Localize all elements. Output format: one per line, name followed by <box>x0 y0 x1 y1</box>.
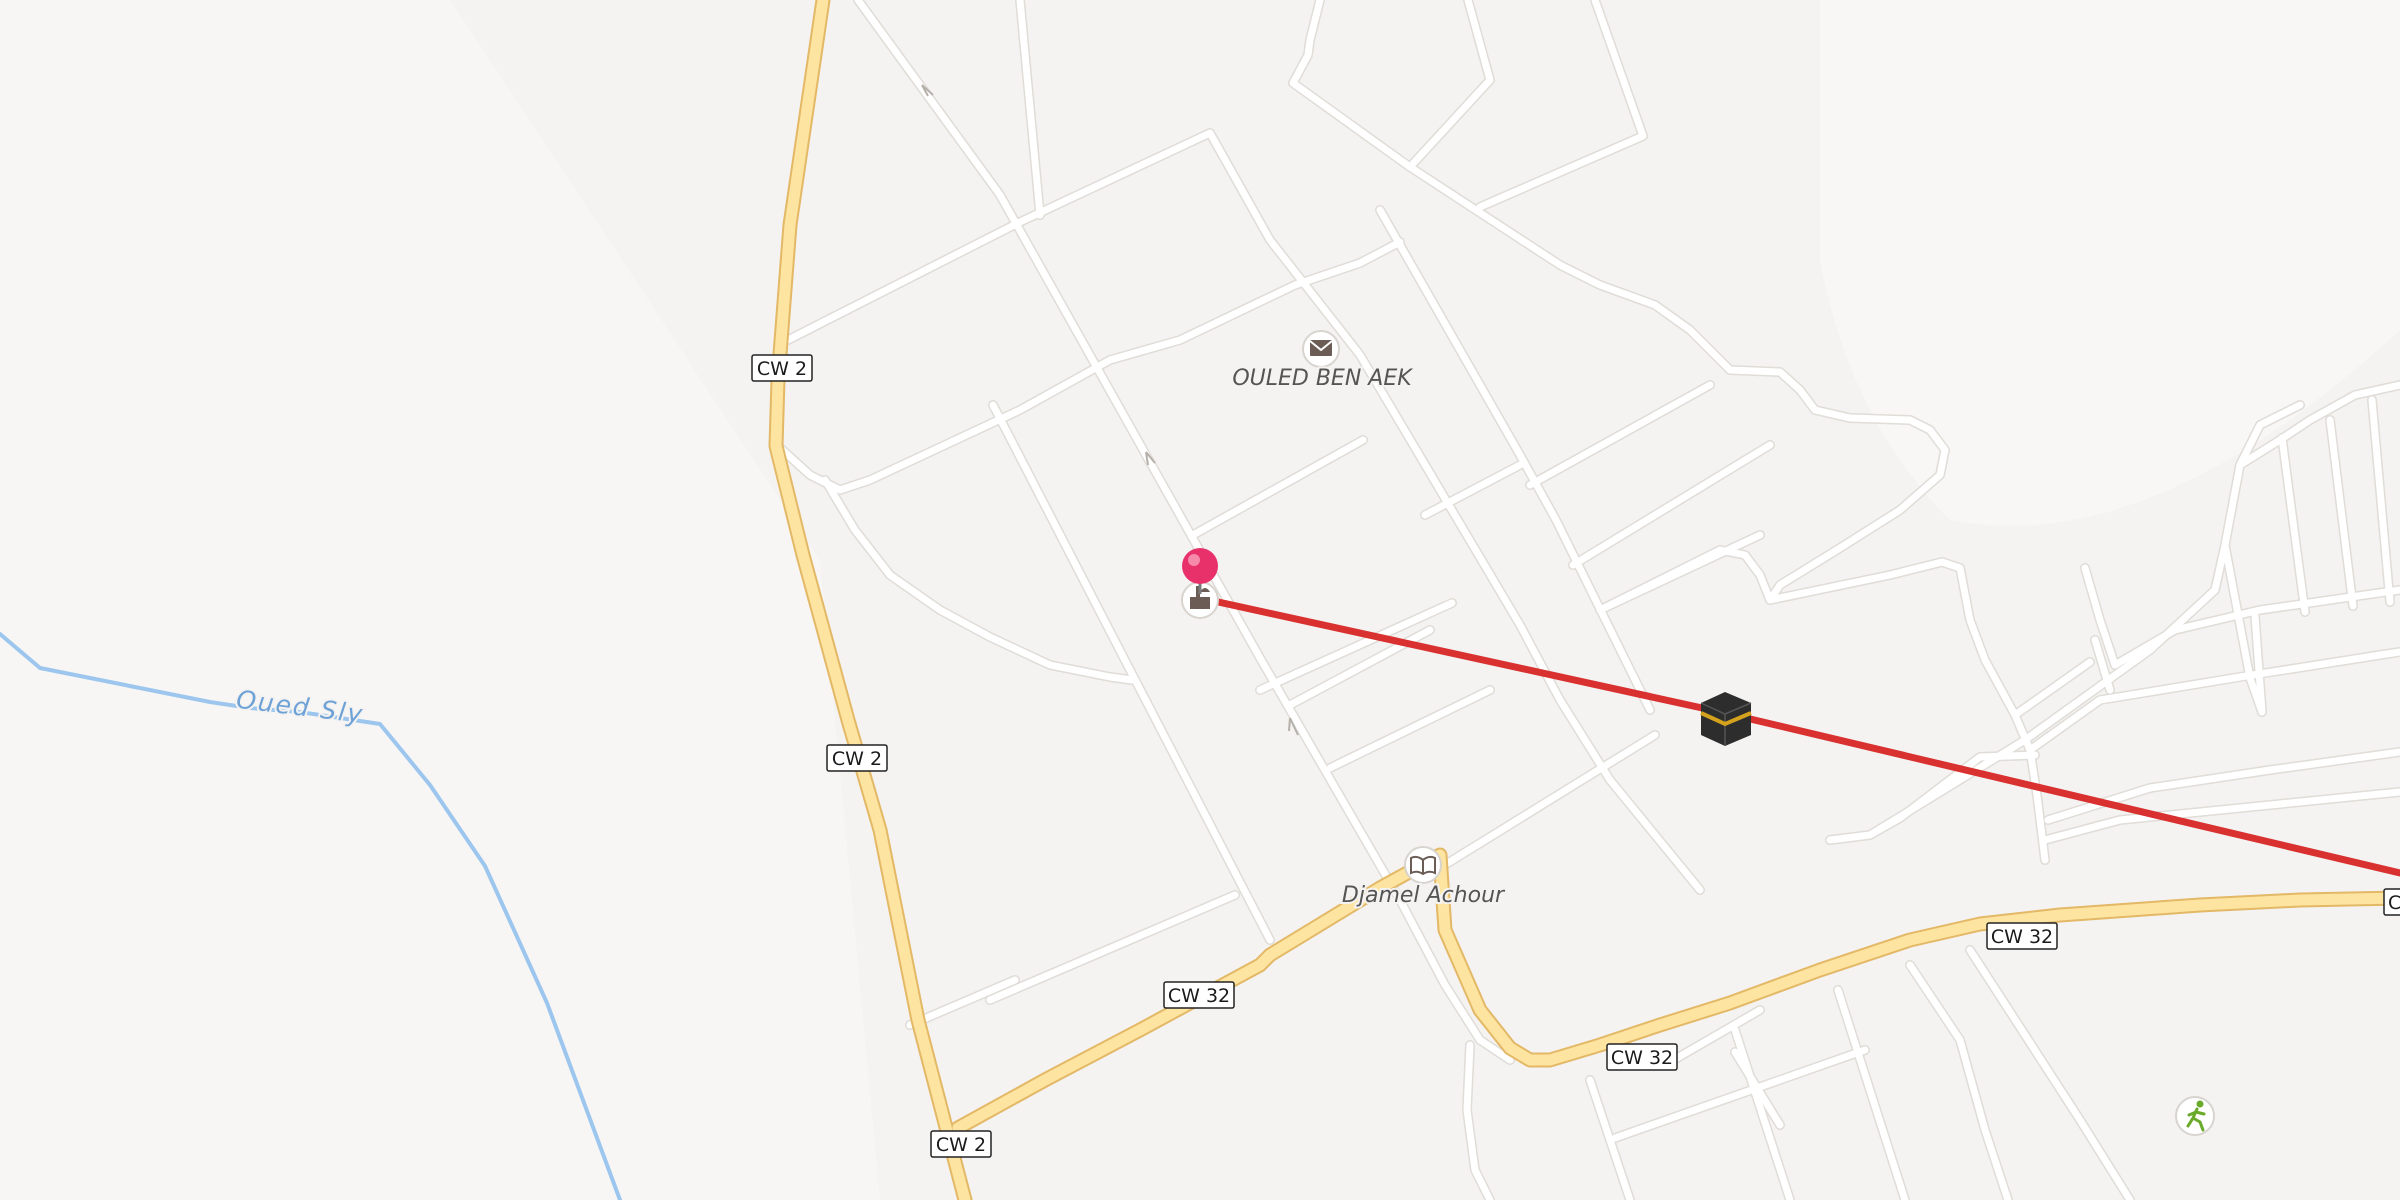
kaaba-marker[interactable] <box>1700 692 1752 746</box>
route-shield-cw2-south: CW 2 <box>930 1130 992 1158</box>
route-shield-cw32-east: CW 32 <box>1986 922 2058 950</box>
svg-text:CW 32: CW 32 <box>1168 985 1230 1007</box>
school-poi[interactable] <box>1404 846 1442 884</box>
route-shield-cw32-center: CW 32 <box>1606 1043 1678 1071</box>
svg-text:CW 32: CW 32 <box>1611 1047 1673 1069</box>
sports-marker[interactable] <box>2175 1096 2215 1136</box>
route-shield-cw2-mid: CW 2 <box>826 744 888 772</box>
svg-text:C: C <box>2388 892 2400 914</box>
post-office-poi[interactable] <box>1302 330 1340 368</box>
route-shield-cw2-north: CW 2 <box>751 354 813 382</box>
map-canvas[interactable]: Oued Sly OULED BEN AEK Djamel Achour CW … <box>0 0 2400 1200</box>
svg-text:CW 2: CW 2 <box>757 358 807 380</box>
svg-text:CW 32: CW 32 <box>1991 926 2053 948</box>
school-label: Djamel Achour <box>1342 883 1506 908</box>
route-shield-edge: C <box>2383 888 2400 916</box>
post-office-label: OULED BEN AEK <box>1232 366 1413 391</box>
route-shield-cw32-west: CW 32 <box>1163 981 1235 1009</box>
kaaba-icon <box>1700 692 1752 746</box>
svg-text:CW 2: CW 2 <box>832 748 882 770</box>
svg-text:CW 2: CW 2 <box>936 1134 986 1156</box>
open-book-icon <box>1410 855 1436 876</box>
envelope-icon <box>1309 340 1333 356</box>
